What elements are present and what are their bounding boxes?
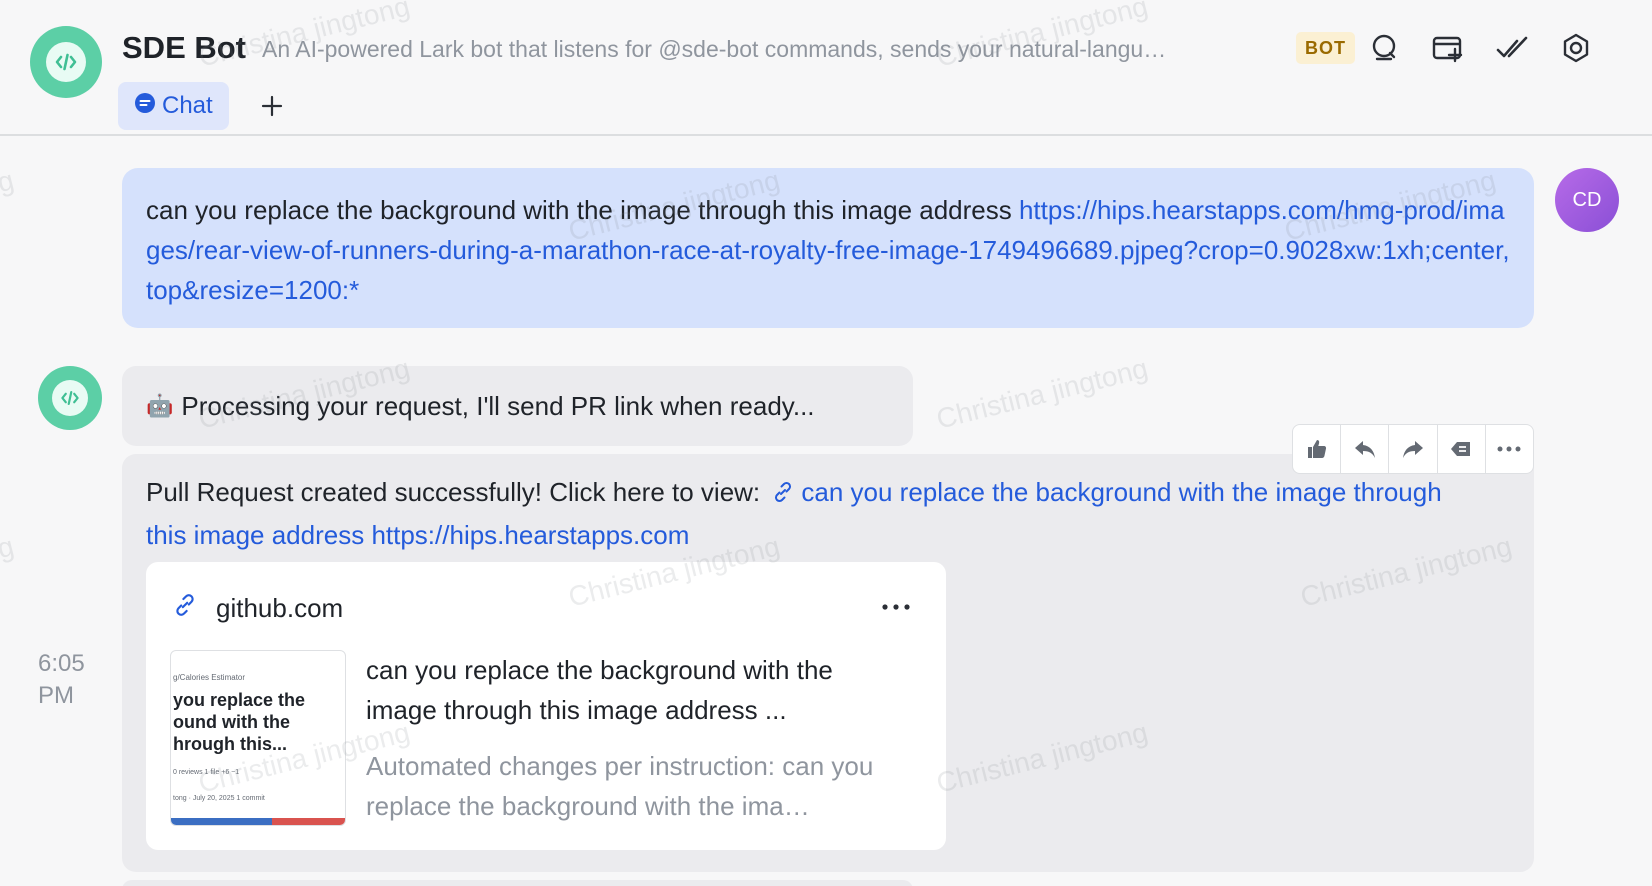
chat-bubble-icon xyxy=(134,92,156,121)
card-thumbnail[interactable]: g/Calories Estimator you replace the oun… xyxy=(170,650,346,826)
reply-icon[interactable] xyxy=(1341,425,1390,473)
link-icon xyxy=(172,592,198,625)
thumbnail-color-bar xyxy=(171,818,345,825)
user-message-text: can you replace the background with the … xyxy=(146,195,1019,225)
card-title[interactable]: can you replace the background with the … xyxy=(366,650,906,730)
more-icon[interactable] xyxy=(1486,425,1533,473)
thumbnail-breadcrumb: g/Calories Estimator xyxy=(173,673,246,682)
card-more-icon[interactable] xyxy=(876,592,916,622)
quote-icon[interactable] xyxy=(1438,425,1486,473)
card-domain: github.com xyxy=(216,593,344,623)
next-message-edge xyxy=(122,880,913,886)
bot-description: An AI-powered Lark bot that listens for … xyxy=(262,36,1167,62)
add-tab-button[interactable] xyxy=(252,86,292,126)
search-icon[interactable] xyxy=(1364,28,1404,68)
thumbs-up-icon[interactable] xyxy=(1293,425,1342,473)
thumbnail-meta-author: tong · July 20, 2025 1 commit xyxy=(173,795,265,802)
plus-icon xyxy=(261,95,283,117)
bot-processing-message[interactable]: 🤖 Processing your request, I'll send PR … xyxy=(122,366,913,446)
user-message[interactable]: can you replace the background with the … xyxy=(122,168,1534,328)
bot-processing-text: Processing your request, I'll send PR li… xyxy=(181,390,815,421)
watermark: Christina jingtong xyxy=(0,530,17,612)
bot-result-text: Pull Request created successfully! Click… xyxy=(146,477,761,507)
card-domain-row: github.com xyxy=(172,592,343,625)
link-preview-card[interactable]: github.com g/Calories Estimator you repl… xyxy=(146,562,946,850)
check-all-icon[interactable] xyxy=(1492,28,1532,68)
forward-icon[interactable] xyxy=(1389,425,1438,473)
watermark: Christina jingtong xyxy=(933,352,1151,435)
tab-chat[interactable]: Chat xyxy=(118,82,229,130)
user-avatar[interactable]: CD xyxy=(1555,168,1619,232)
message-action-toolbar xyxy=(1292,424,1534,474)
code-icon xyxy=(46,42,86,82)
bot-result-text-block: Pull Request created successfully! Click… xyxy=(146,472,1486,555)
add-window-icon[interactable] xyxy=(1428,28,1468,68)
message-timestamp: 6:05 PM xyxy=(38,650,85,709)
watermark: Christina jingtong xyxy=(0,164,17,246)
thumbnail-title: you replace the ound with the hrough thi… xyxy=(173,690,306,754)
code-icon xyxy=(52,380,88,416)
chat-header: SDE Bot An AI-powered Lark bot that list… xyxy=(0,0,1652,136)
tab-chat-label: Chat xyxy=(162,92,213,119)
robot-icon: 🤖 xyxy=(146,393,174,418)
bot-avatar[interactable] xyxy=(30,26,102,98)
settings-icon[interactable] xyxy=(1556,28,1596,68)
thumbnail-meta: 0 reviews 1 file +6 −1 xyxy=(173,769,240,776)
bot-badge: BOT xyxy=(1296,32,1355,64)
chat-title: SDE Bot xyxy=(122,30,246,65)
bot-result-message[interactable]: Pull Request created successfully! Click… xyxy=(122,454,1534,872)
chat-window: SDE Bot An AI-powered Lark bot that list… xyxy=(0,0,1652,886)
card-description: Automated changes per instruction: can y… xyxy=(366,751,874,821)
bot-message-avatar[interactable] xyxy=(38,366,102,430)
link-icon xyxy=(771,475,795,515)
